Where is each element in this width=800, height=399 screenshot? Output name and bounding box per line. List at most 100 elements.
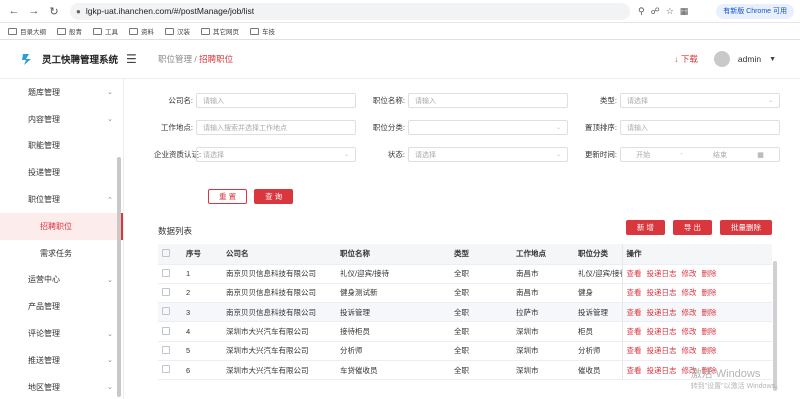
sidebar-item-products[interactable]: 产品管理 [0,293,123,320]
app-logo-icon [22,54,31,65]
reset-button[interactable]: 重 置 [208,189,248,204]
row-checkbox[interactable] [162,307,170,316]
url-field[interactable]: ● lgkp-uat.ihanchen.com/#/postManage/job… [70,2,630,20]
sidebar-item-recruiting-jobs[interactable]: 招聘职位 [0,212,123,240]
category-select[interactable]: ⌄ [408,120,568,135]
location-label: 工作地点: [160,123,193,132]
cell-company: 南京贝贝信息科技有限公司 [222,264,336,284]
delete-link[interactable]: 删除 [702,288,717,297]
job-name-input[interactable]: 请输入 [408,93,568,108]
row-checkbox[interactable] [162,365,170,374]
sidebar-item-comments[interactable]: 评论管理 ⌄ [0,320,123,347]
col-header-ops: 操作 [621,244,772,265]
sidebar-item-label: 职位管理 [28,195,60,205]
cell-type: 全职 [450,302,512,323]
type-select[interactable]: 请选择 ⌄ [620,93,780,108]
table-row: 2 南京贝贝信息科技有限公司 健身测试新 全职 南昌市 健身 查看 投递日志 修改删… [158,283,772,304]
sidebar-item-question-bank[interactable]: 题库管理 ⌄ [0,79,123,106]
status-select[interactable]: 请选择 ⌄ [408,147,568,162]
export-button[interactable]: 导 出 [672,220,712,235]
delete-link[interactable]: 删除 [702,327,717,336]
edit-link[interactable]: 修改 [682,308,697,317]
cell-city: 深圳市 [512,360,574,381]
sidebar-item-label: 推送管理 [28,355,60,365]
edit-link[interactable]: 修改 [682,288,697,297]
sidebar-item-push[interactable]: 推送管理 ⌄ [0,347,123,374]
sidebar-item-operations[interactable]: 运营中心 ⌄ [0,267,123,294]
edit-link[interactable]: 修改 [682,327,697,336]
select-all-checkbox[interactable] [162,248,170,257]
avatar[interactable] [713,51,730,67]
bookmark-item[interactable]: 般青 [57,26,82,36]
bookmark-item[interactable]: 车技 [250,26,275,36]
user-menu-caret-icon[interactable]: ▼ [769,56,776,63]
view-link[interactable]: 查看 [627,269,642,278]
view-link[interactable]: 查看 [627,366,642,375]
delivery-log-link[interactable]: 投递日志 [647,366,677,375]
cell-no: 5 [182,341,222,361]
edit-link[interactable]: 修改 [682,269,697,278]
delivery-log-link[interactable]: 投递日志 [647,288,677,297]
back-icon[interactable]: ← [6,3,22,19]
key-icon[interactable]: ⚲ [638,6,645,17]
job-name-label: 职位名称: [372,96,405,105]
delivery-log-link[interactable]: 投递日志 [647,269,677,278]
delivery-log-link[interactable]: 投递日志 [647,346,677,355]
location-input[interactable]: 请输入搜索并选择工作地点 [196,120,356,135]
bookmark-item[interactable]: 汉装 [165,26,190,36]
breadcrumb-parent[interactable]: 职位管理 [158,54,192,64]
download-button[interactable]: ↓ 下载 [674,53,698,65]
chrome-update-button[interactable]: 有新版 Chrome 可用 [716,3,794,19]
view-link[interactable]: 查看 [627,308,642,317]
row-checkbox[interactable] [162,268,170,277]
main-content: 公司名: 请输入 职位名称: 请输入 类型: 请选择 ⌄ 工作地点: 请输入搜索并选择工作… [124,79,800,399]
delivery-log-link[interactable]: 投递日志 [647,308,677,317]
bookmark-item[interactable]: 目录大纲 [8,26,46,36]
bookmark-item[interactable]: 其它网页 [201,26,239,36]
row-checkbox[interactable] [162,345,170,354]
translate-icon[interactable]: ☍ [651,6,660,17]
batch-delete-button[interactable]: 批量删除 [720,220,772,235]
company-input[interactable]: 请输入 [196,93,356,108]
view-link[interactable]: 查看 [627,346,642,355]
row-checkbox[interactable] [162,326,170,335]
cell-company: 深圳市大兴汽车有限公司 [222,341,336,361]
sidebar-scrollbar[interactable] [117,157,121,397]
delete-link[interactable]: 删除 [702,269,717,278]
forward-icon[interactable]: → [26,3,42,19]
user-name[interactable]: admin [738,54,761,64]
cell-no: 1 [182,264,222,284]
sidebar-item-label: 招聘职位 [40,221,72,231]
view-link[interactable]: 查看 [627,327,642,336]
delete-link[interactable]: 删除 [702,308,717,317]
add-button[interactable]: 新 增 [625,220,665,235]
table-header-row: 序号 公司名 职位名称 类型 工作地点 职位分类 操作 [158,244,772,265]
row-checkbox[interactable] [162,287,170,296]
bookmark-item[interactable]: 资料 [129,26,154,36]
delete-link[interactable]: 删除 [702,346,717,355]
star-icon[interactable]: ☆ [666,6,674,17]
sort-input[interactable]: 请输入 [620,120,780,135]
bookmark-item[interactable]: 工具 [93,26,118,36]
col-header-job: 职位名称 [336,244,450,265]
sidebar-item-functions[interactable]: 职能管理 [0,133,123,160]
cell-company: 深圳市大兴汽车有限公司 [222,321,336,342]
sidebar-item-label: 需求任务 [40,248,72,258]
search-button[interactable]: 查 询 [254,189,294,204]
site-info-icon[interactable]: ● [76,7,81,16]
edit-link[interactable]: 修改 [682,346,697,355]
delivery-log-link[interactable]: 投递日志 [647,327,677,336]
sidebar-item-content[interactable]: 内容管理 ⌄ [0,106,123,133]
sidebar-item-regions[interactable]: 地区管理 ⌄ [0,374,123,399]
sidebar-item-demand-tasks[interactable]: 需求任务 [0,240,123,267]
sidebar-item-jobs[interactable]: 职位管理 ⌃ [0,186,123,213]
update-time-range[interactable]: 开始 - 结束 ▦ [620,147,780,162]
sidebar-item-delivery[interactable]: 投递管理 [0,159,123,186]
reload-icon[interactable]: ↻ [46,3,62,19]
view-link[interactable]: 查看 [627,288,642,297]
extensions-icon[interactable]: ▦ [680,6,689,17]
col-header-no: 序号 [182,244,222,265]
menu-toggle-icon[interactable]: ☰ [126,52,148,66]
folder-icon [201,27,210,35]
cert-select[interactable]: 请选择 ⌄ [196,147,356,162]
